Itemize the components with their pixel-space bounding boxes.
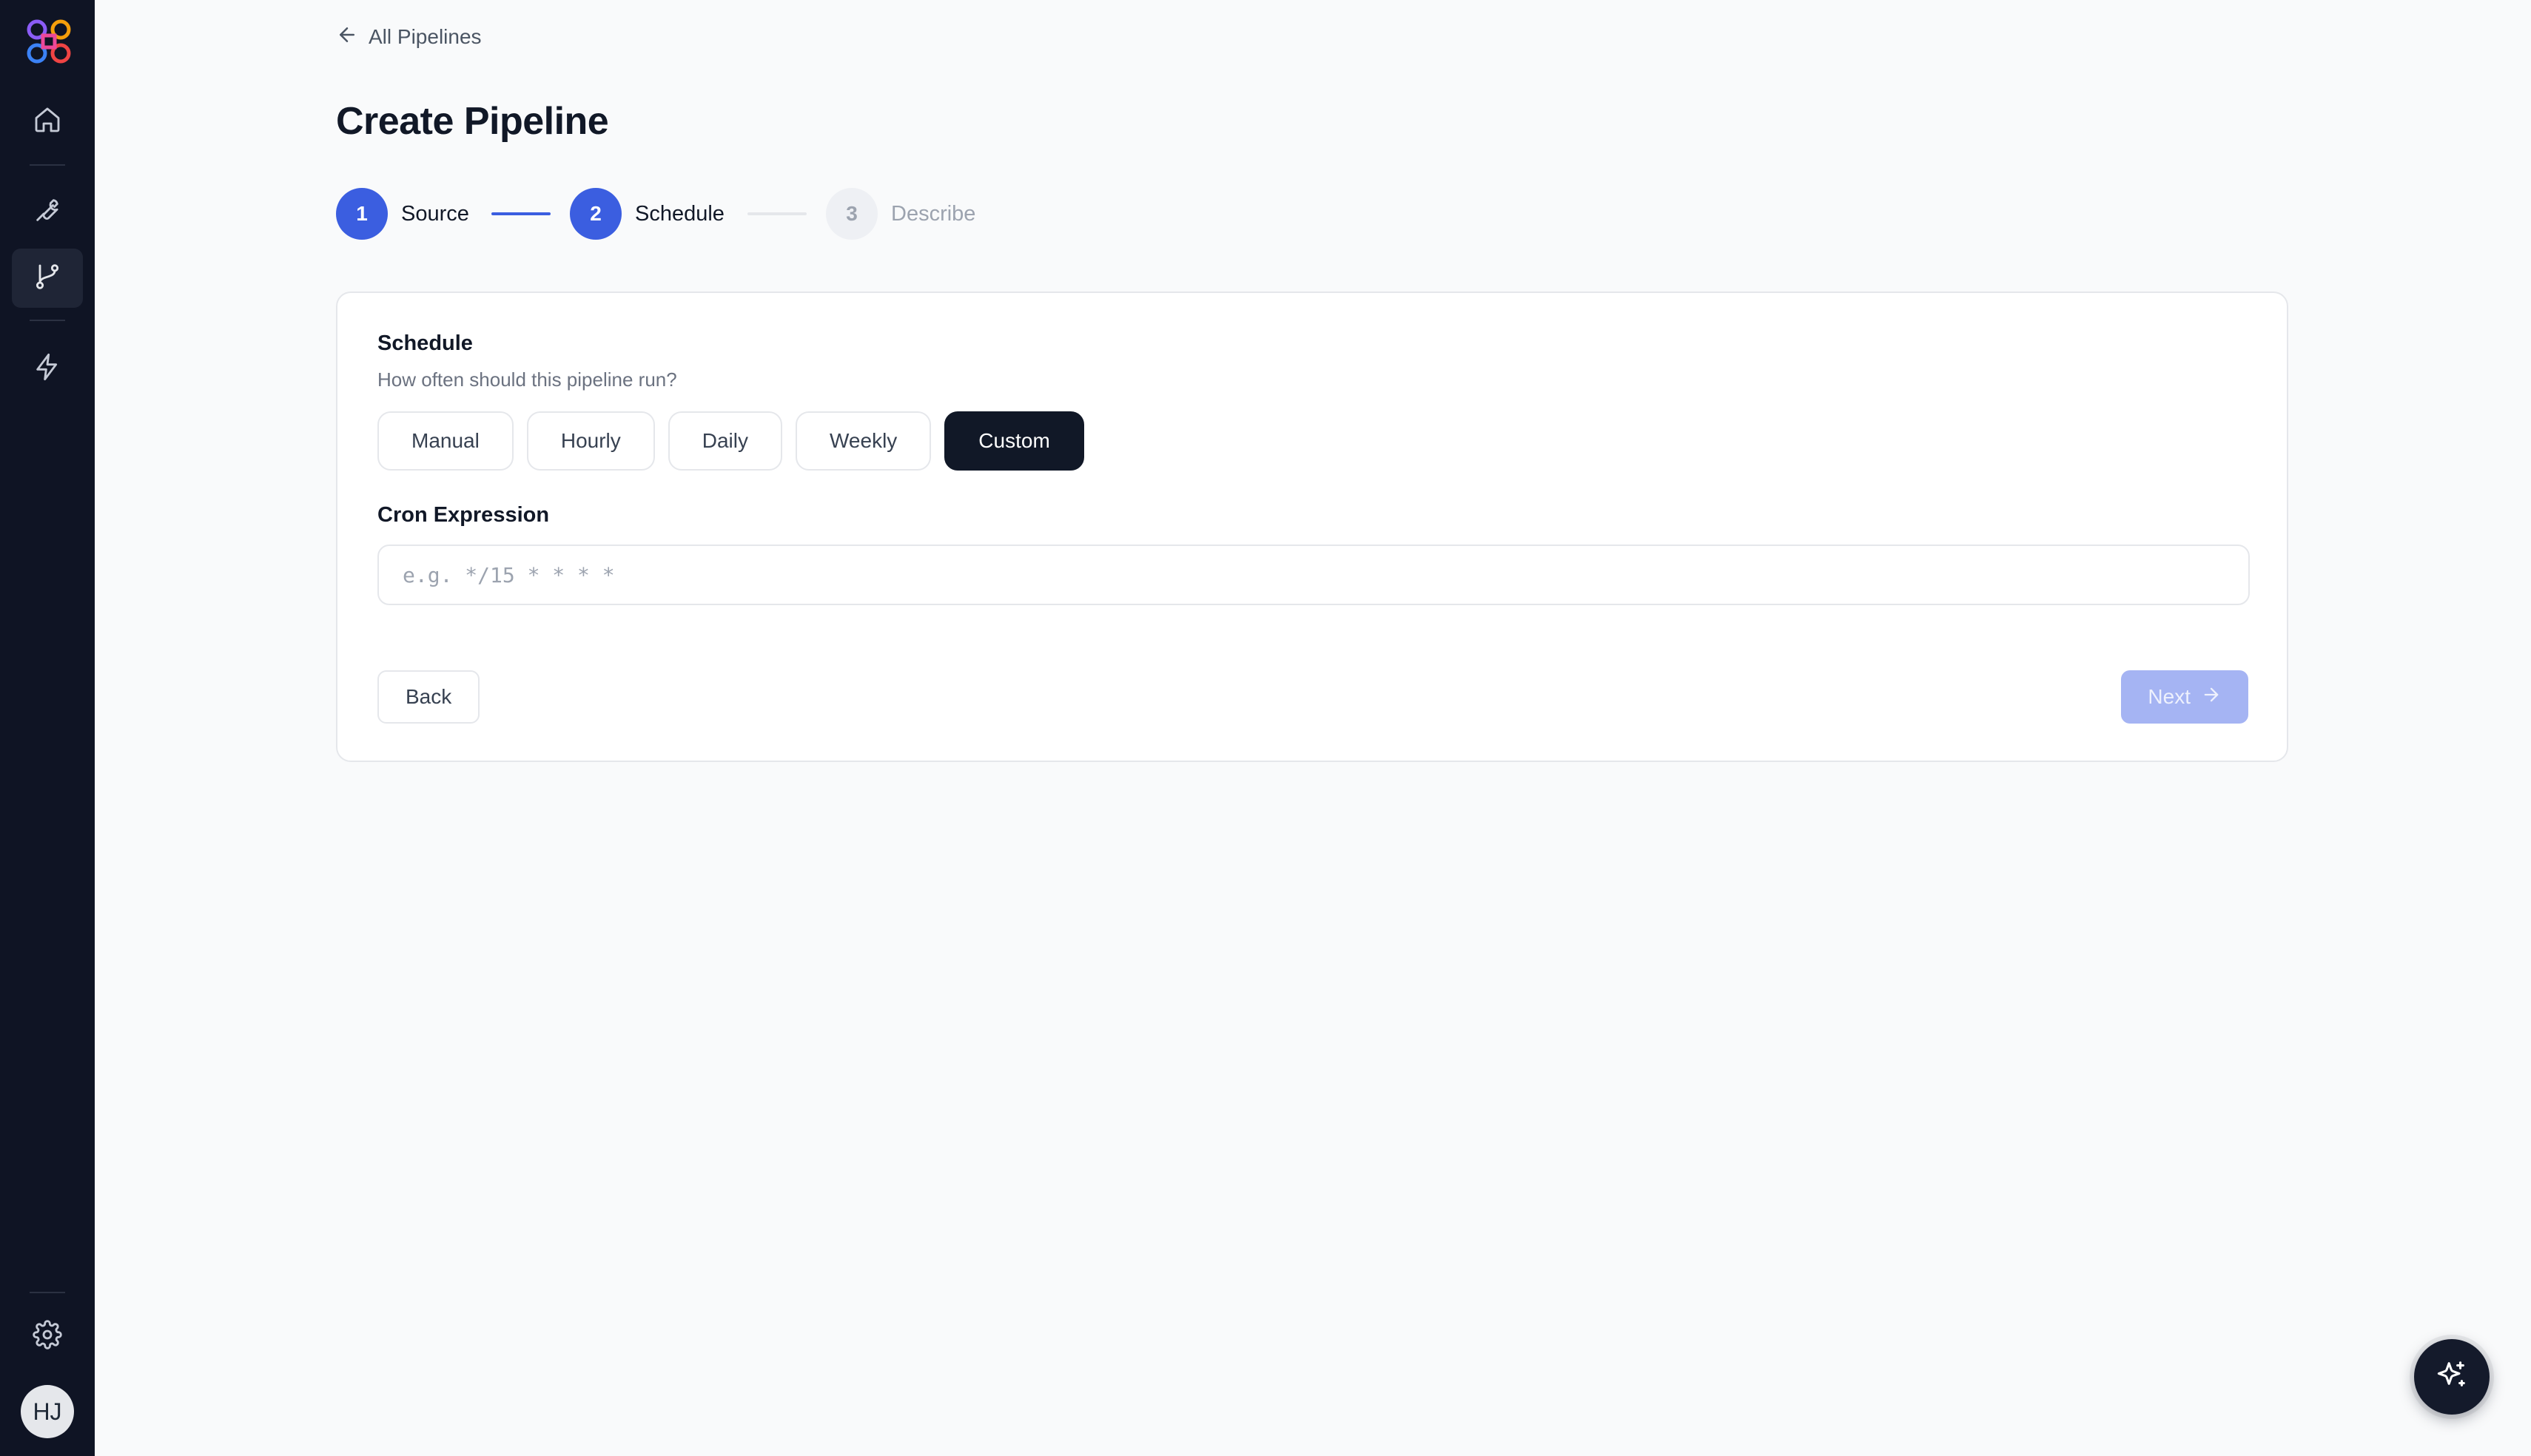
- logo-icon[interactable]: [22, 15, 75, 68]
- gear-icon: [33, 1319, 62, 1353]
- back-button[interactable]: Back: [377, 670, 480, 724]
- step-source: 1 Source: [336, 188, 469, 240]
- sidebar-item-tools[interactable]: [12, 182, 83, 241]
- step-label: Source: [401, 201, 469, 226]
- step-number: 1: [336, 188, 388, 240]
- back-link-label: All Pipelines: [369, 25, 482, 48]
- sidebar: HJ: [0, 0, 95, 1456]
- step-schedule: 2 Schedule: [570, 188, 725, 240]
- next-button-label: Next: [2148, 685, 2191, 708]
- wrench-icon: [33, 195, 62, 229]
- schedule-options: Manual Hourly Daily Weekly Custom: [377, 411, 1084, 471]
- schedule-card: Schedule How often should this pipeline …: [336, 291, 2288, 762]
- sidebar-divider: [30, 164, 65, 166]
- sidebar-item-settings[interactable]: [12, 1307, 83, 1366]
- schedule-option-daily[interactable]: Daily: [668, 411, 782, 471]
- ai-assistant-button[interactable]: [2414, 1339, 2490, 1415]
- next-button[interactable]: Next: [2121, 670, 2248, 724]
- step-number: 3: [826, 188, 878, 240]
- sidebar-item-home[interactable]: [12, 92, 83, 151]
- lightning-icon: [33, 352, 62, 385]
- schedule-option-weekly[interactable]: Weekly: [796, 411, 932, 471]
- sidebar-divider: [30, 1292, 65, 1293]
- home-icon: [33, 105, 62, 138]
- schedule-title: Schedule: [377, 331, 473, 355]
- sidebar-item-automations[interactable]: [12, 339, 83, 398]
- cron-expression-label: Cron Expression: [377, 503, 550, 527]
- schedule-option-custom[interactable]: Custom: [944, 411, 1084, 471]
- step-label: Schedule: [635, 201, 725, 226]
- step-number: 2: [570, 188, 622, 240]
- page-title: Create Pipeline: [336, 100, 609, 143]
- schedule-option-hourly[interactable]: Hourly: [526, 411, 655, 471]
- avatar[interactable]: HJ: [21, 1385, 74, 1438]
- step-label: Describe: [891, 201, 976, 226]
- arrow-left-icon: [336, 24, 358, 51]
- sparkles-icon: [2435, 1358, 2469, 1396]
- cron-expression-input[interactable]: [377, 545, 2250, 605]
- git-branch-icon: [33, 262, 62, 295]
- back-to-pipelines-link[interactable]: All Pipelines: [336, 22, 482, 52]
- step-connector: [747, 212, 807, 215]
- schedule-option-manual[interactable]: Manual: [377, 411, 514, 471]
- sidebar-divider: [30, 320, 65, 321]
- sidebar-item-pipelines[interactable]: [12, 249, 83, 308]
- step-connector: [491, 212, 551, 215]
- arrow-right-icon: [2201, 684, 2222, 710]
- schedule-subtitle: How often should this pipeline run?: [377, 368, 677, 391]
- step-describe: 3 Describe: [826, 188, 975, 240]
